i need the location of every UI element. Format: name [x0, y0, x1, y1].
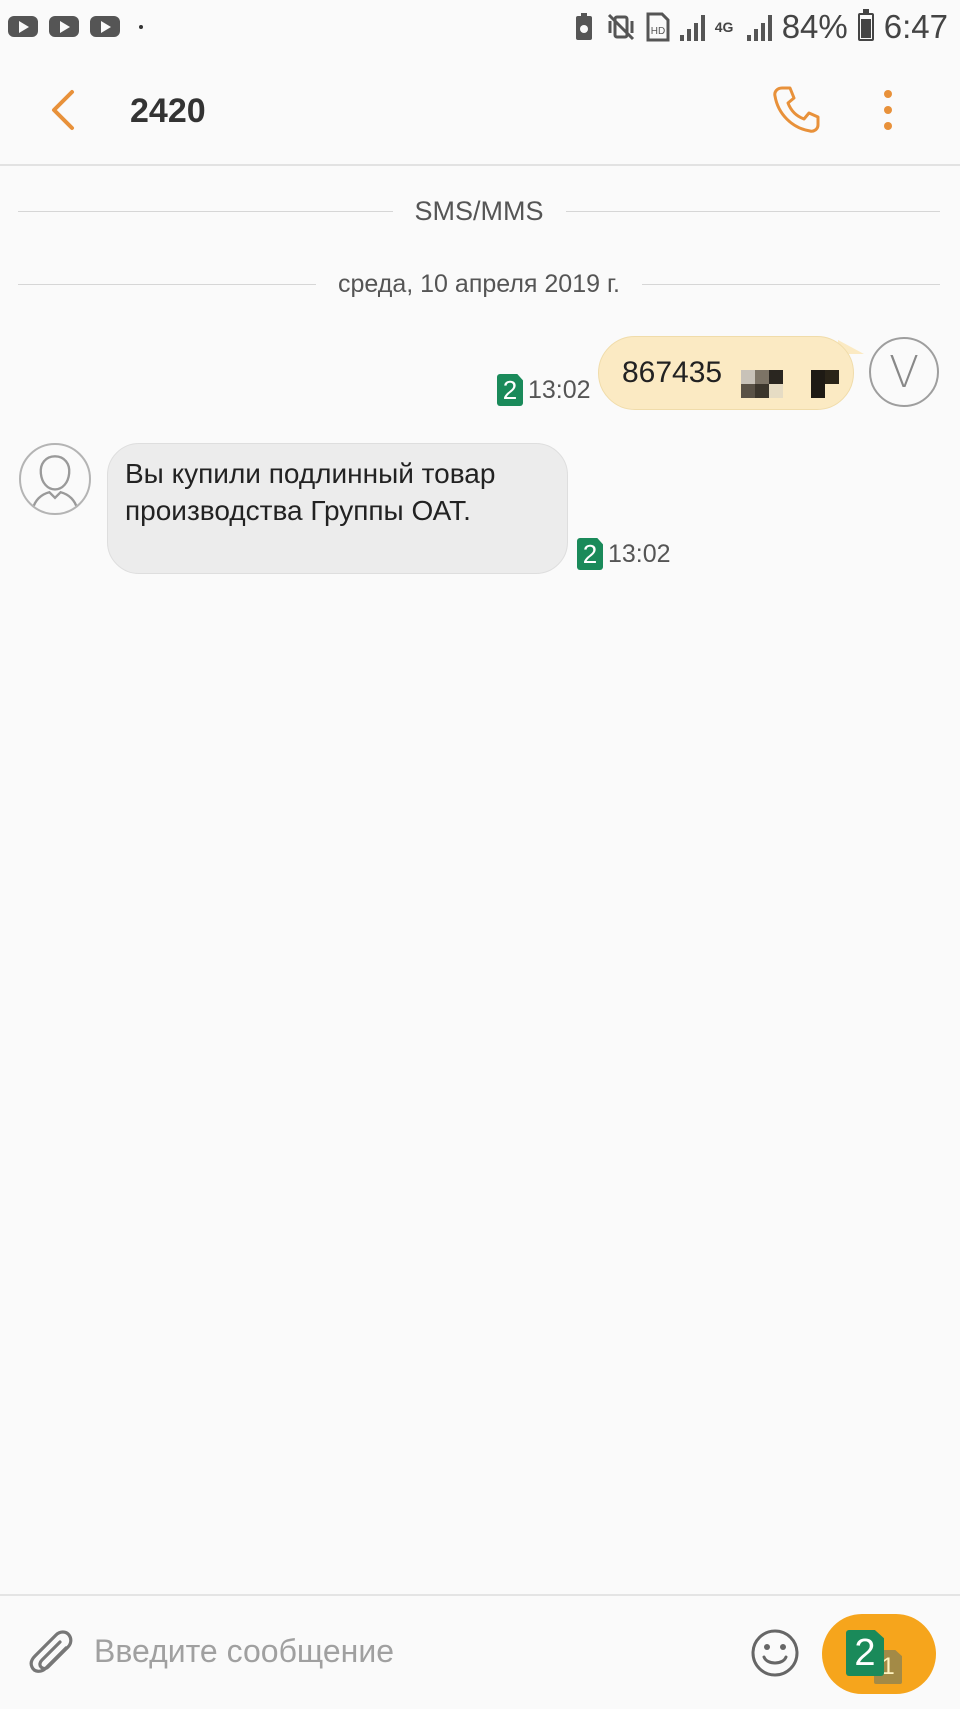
message-time: 13:02: [608, 539, 671, 568]
battery-icon: [857, 9, 874, 41]
more-notifications-icon: [139, 24, 143, 29]
signal-1-icon: [679, 13, 705, 41]
sim-2-icon: 2: [846, 1630, 884, 1676]
back-button[interactable]: [40, 84, 92, 136]
app-bar: 2420: [0, 58, 960, 166]
composer-bar: 1 2: [0, 1594, 960, 1709]
battery-saver-icon: [575, 13, 592, 40]
received-message-text: Вы купили подлинный товар производства Г…: [125, 458, 496, 526]
battery-percent: 84%: [781, 8, 848, 45]
phone-icon: [773, 86, 820, 133]
network-type-label: 4G: [714, 19, 734, 35]
clock: 6:47: [883, 8, 948, 45]
more-options-button[interactable]: [870, 84, 906, 136]
back-arrow-icon: [52, 90, 74, 130]
vibrate-mute-icon: [607, 13, 634, 41]
attach-button[interactable]: [26, 1626, 78, 1682]
youtube-icon: [8, 16, 38, 37]
channel-label: SMS/MMS: [414, 196, 544, 226]
svg-text:HD: HD: [650, 26, 664, 37]
youtube-icon: [90, 16, 120, 37]
message-input[interactable]: [92, 1620, 716, 1682]
message-time: 13:02: [528, 375, 591, 404]
person-icon: [31, 455, 79, 512]
contact-avatar[interactable]: [19, 443, 91, 515]
received-message-meta: 2 13:02: [577, 538, 671, 570]
date-divider: среда, 10 апреля 2019 г.: [18, 270, 940, 299]
status-bar: HD 4G 84% 6:47: [0, 0, 960, 58]
signal-2-icon: [746, 13, 772, 41]
send-button[interactable]: 1 2: [822, 1614, 936, 1694]
youtube-icon: [49, 16, 79, 37]
sent-message-text: 867435: [622, 356, 723, 389]
notification-icons: [8, 16, 143, 37]
sent-message-meta: 2 13:02: [497, 374, 591, 406]
smiley-icon: [751, 1629, 799, 1677]
sim-2-badge: 2: [577, 538, 603, 570]
system-icons: HD 4G 84% 6:47: [572, 8, 948, 46]
sender-avatar[interactable]: V: [869, 337, 939, 407]
paperclip-icon: [29, 1630, 73, 1673]
emoji-button[interactable]: [750, 1628, 800, 1678]
channel-divider: SMS/MMS: [18, 196, 941, 227]
conversation-title: 2420: [130, 92, 206, 130]
date-label: среда, 10 апреля 2019 г.: [338, 270, 620, 298]
call-button[interactable]: [768, 82, 824, 138]
more-vertical-icon: [884, 90, 892, 130]
sim-card-icon: HD: [646, 12, 670, 42]
sim-2-badge: 2: [497, 374, 523, 406]
